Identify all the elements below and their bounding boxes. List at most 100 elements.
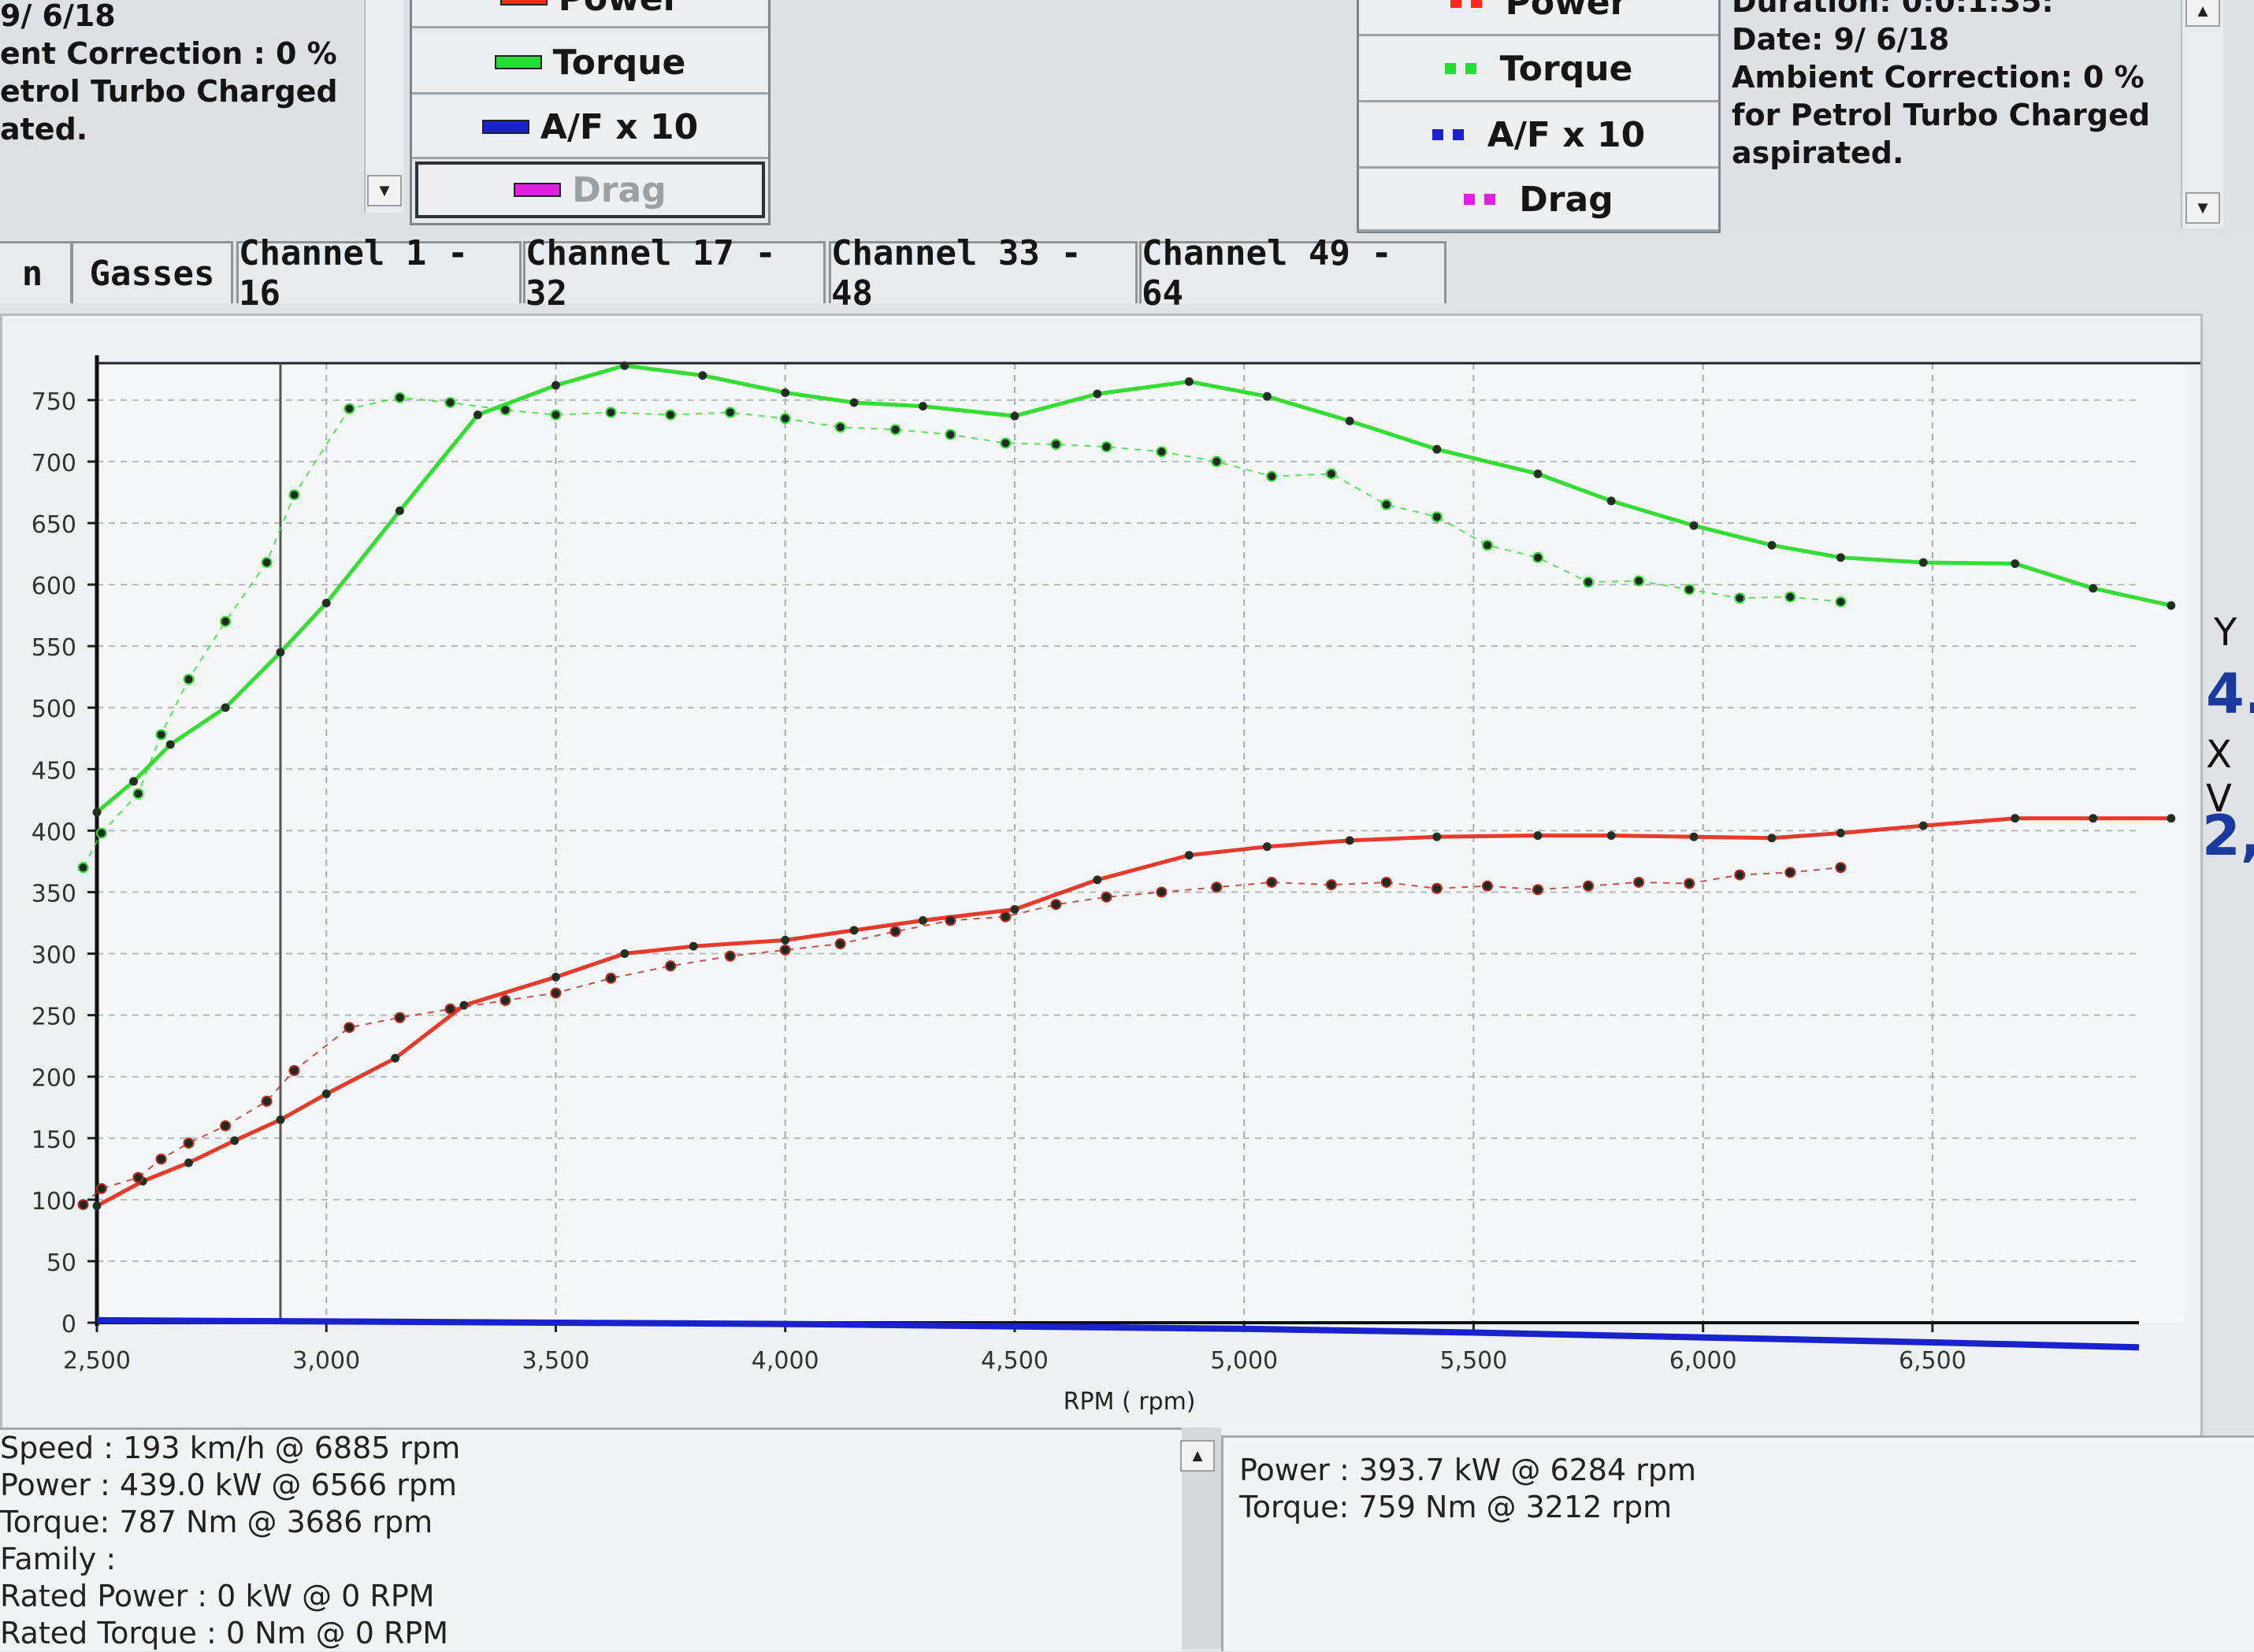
right-info-line: Duration: 0:0:1:35: <box>1732 0 2054 19</box>
data-point <box>1345 416 1354 425</box>
data-point <box>1093 875 1102 885</box>
x-tick-label: 2,500 <box>63 1347 131 1375</box>
chart-panel: 0 50 100 150 200 250 300 350 400 450 500 550 600 650 7… <box>0 314 2203 1453</box>
data-point <box>165 740 175 749</box>
data-point <box>2011 814 2020 823</box>
y-tick-label: 450 <box>32 757 76 785</box>
drag-dots-swatch <box>1464 194 1508 205</box>
stat-torque: Torque: 787 Nm @ 3686 rpm <box>0 1505 433 1539</box>
data-point <box>1633 876 1645 888</box>
data-point <box>92 1201 102 1211</box>
data-point <box>889 424 901 436</box>
data-point <box>1836 829 1845 838</box>
data-point <box>1431 511 1443 523</box>
y-tick-label: 600 <box>32 573 76 600</box>
legend-item-drag-dotted[interactable]: Drag <box>1359 169 1718 232</box>
tab-gasses[interactable]: Gasses <box>71 241 233 303</box>
stat-family: Family : <box>0 1542 117 1576</box>
data-point <box>834 938 846 950</box>
x-axis-title: RPM ( rpm) <box>1064 1388 1196 1416</box>
legend-item-torque-dotted[interactable]: Torque <box>1359 37 1718 102</box>
data-point <box>155 1153 167 1165</box>
data-point <box>1101 891 1112 903</box>
data-point <box>1184 377 1194 386</box>
data-point <box>343 403 355 414</box>
y-tick-label: 500 <box>32 696 76 723</box>
data-point <box>1606 831 1616 841</box>
right-info-line: aspirated. <box>1732 136 1904 170</box>
tab-channel-17-32[interactable]: Channel 17 - 32 <box>523 233 826 314</box>
right-info-line: Ambient Correction: 0 % <box>1732 60 2144 95</box>
data-point <box>1684 584 1695 596</box>
scroll-down-button[interactable]: ▼ <box>2185 192 2220 224</box>
data-point <box>724 407 736 418</box>
data-point <box>343 1022 355 1034</box>
legend-item-af[interactable]: A/F x 10 <box>412 97 768 159</box>
stat-power: Power : 439.0 kW @ 6566 rpm <box>0 1468 458 1502</box>
data-point <box>395 506 404 515</box>
data-point <box>1606 496 1616 506</box>
data-point <box>288 1064 300 1076</box>
tab-channel-33-48[interactable]: Channel 33 - 48 <box>829 233 1138 314</box>
power-dots-swatch <box>1450 0 1495 8</box>
data-point <box>1010 904 1019 914</box>
y-tick-label: 200 <box>32 1065 76 1093</box>
y-tick-label: 400 <box>32 819 76 846</box>
data-point <box>1836 553 1845 562</box>
data-point <box>689 941 698 951</box>
data-point <box>698 371 707 381</box>
data-point <box>1431 882 1443 894</box>
legend-label: Power <box>1505 0 1628 23</box>
data-point <box>849 926 859 935</box>
legend-item-power[interactable]: Power <box>412 0 768 28</box>
data-point <box>261 1095 273 1107</box>
data-point <box>183 1138 195 1149</box>
x-tick-label: 3,500 <box>522 1347 590 1375</box>
right-info-panel: Duration: 0:0:1:35: Date: 9/ 6/18 Ambien… <box>1732 0 2150 172</box>
y-side-label: Y <box>2214 611 2237 655</box>
scroll-up-button[interactable]: ▲ <box>2185 0 2220 27</box>
data-point <box>1918 821 1928 830</box>
stat-rated-torque: Rated Torque : 0 Nm @ 0 RPM <box>0 1616 449 1650</box>
data-point <box>276 1115 285 1124</box>
data-point <box>1689 832 1699 841</box>
drag-line-swatch <box>514 183 562 197</box>
y-tick-label: 0 <box>61 1311 76 1338</box>
plot-area <box>97 363 2185 1323</box>
data-point <box>220 1120 232 1132</box>
data-point <box>1633 575 1645 587</box>
data-point <box>1533 470 1543 479</box>
data-point <box>77 1199 89 1211</box>
right-info-scrollbar[interactable]: ▲ ▼ <box>2181 0 2223 228</box>
data-point <box>2011 559 2020 569</box>
data-point <box>220 615 232 627</box>
y-tick-label: 100 <box>32 1188 76 1216</box>
power-line-swatch <box>499 0 548 6</box>
legend-item-drag[interactable]: Drag <box>415 161 765 218</box>
y-tick-label: 350 <box>32 880 76 908</box>
data-point <box>620 949 629 959</box>
scroll-down-button[interactable]: ▼ <box>367 175 402 206</box>
data-point <box>1380 499 1392 510</box>
stats-scrollbar[interactable]: ▲ <box>1180 1427 1221 1649</box>
legend-item-af-dotted[interactable]: A/F x 10 <box>1359 103 1718 169</box>
data-point <box>1211 455 1223 467</box>
data-point <box>1380 876 1392 888</box>
data-point <box>132 788 144 800</box>
legend-item-power-dotted[interactable]: Power <box>1359 0 1718 36</box>
data-point <box>95 827 107 839</box>
data-point <box>849 398 859 407</box>
data-point <box>92 807 102 817</box>
stats-panel-left: Speed : 193 km/h @ 6885 rpm Power : 439.… <box>0 1427 1182 1651</box>
legend-item-torque[interactable]: Torque <box>412 32 768 95</box>
legend-label: Torque <box>552 42 686 83</box>
x-tick-label: 5,500 <box>1439 1347 1507 1375</box>
scroll-up-button[interactable]: ▲ <box>1180 1440 1215 1472</box>
tab-channel-1-16[interactable]: Channel 1 - 16 <box>236 233 522 314</box>
data-point <box>724 950 736 962</box>
tab-channel-49-64[interactable]: Channel 49 - 64 <box>1139 233 1446 314</box>
data-point <box>1432 832 1442 841</box>
data-point <box>1481 880 1493 892</box>
left-info-scrollbar[interactable]: ▼ <box>364 0 403 213</box>
tab-partial[interactable]: n <box>0 241 72 303</box>
